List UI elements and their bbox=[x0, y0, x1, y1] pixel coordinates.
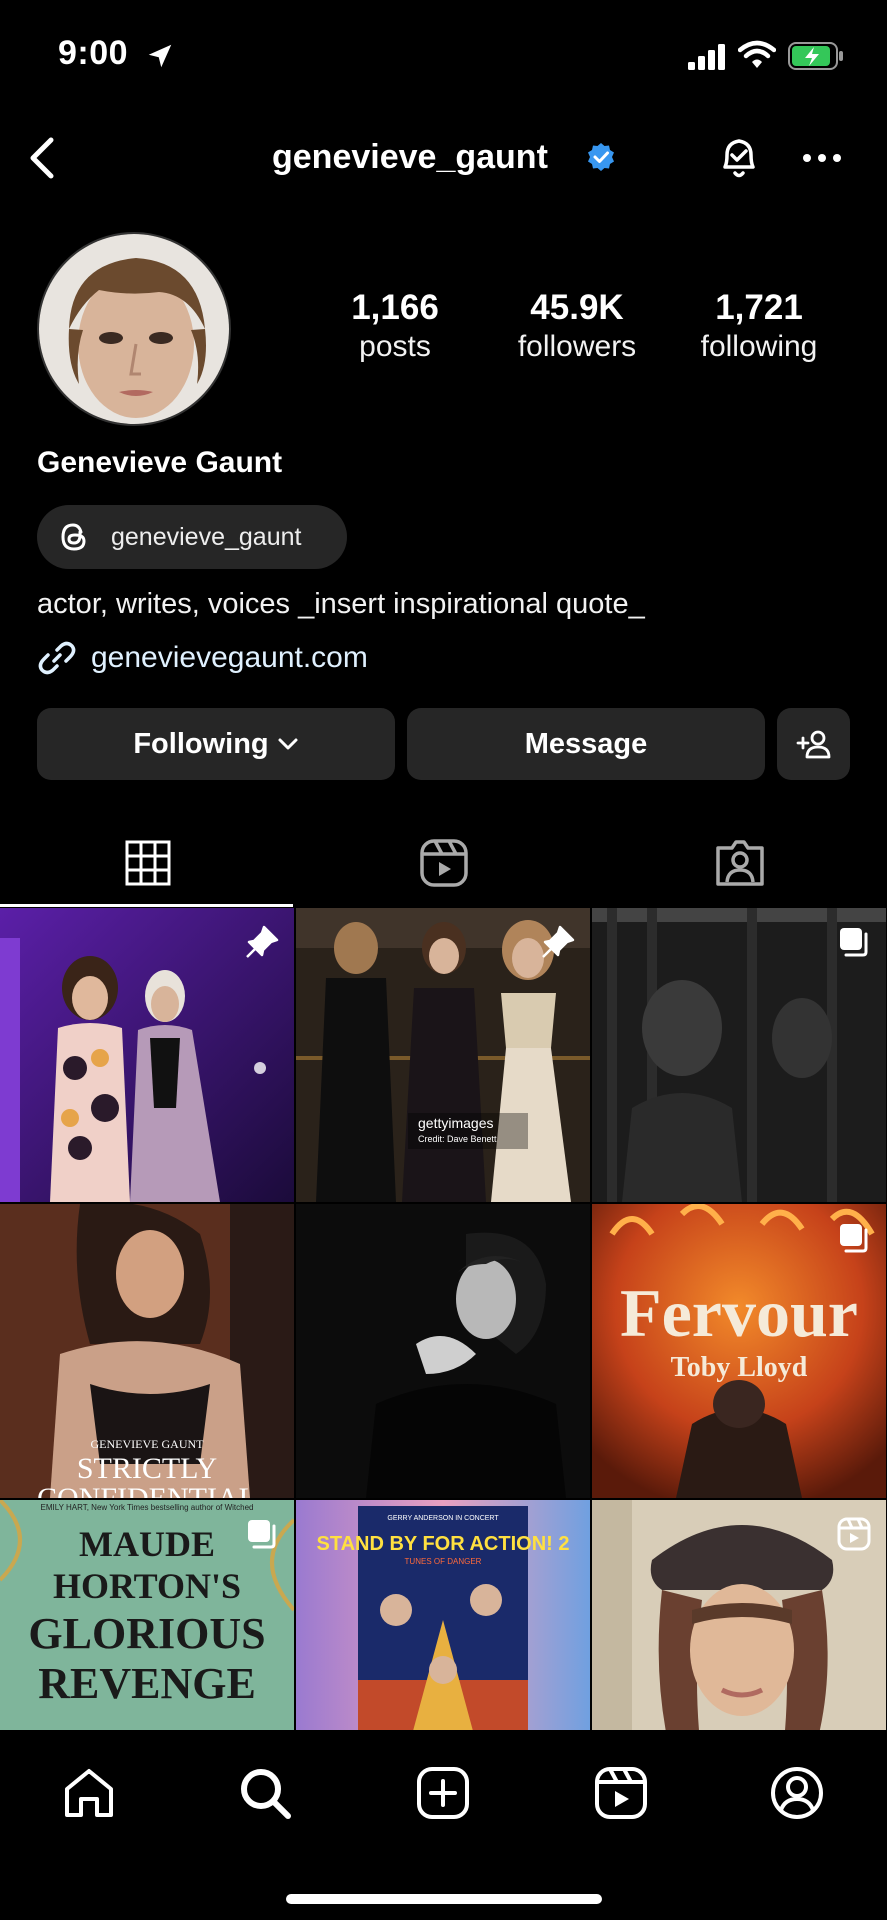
carousel-icon bbox=[248, 1520, 276, 1549]
nav-reels[interactable] bbox=[586, 1758, 656, 1828]
avatar-portrait bbox=[39, 234, 229, 424]
website-url: genevievegaunt.com bbox=[91, 641, 368, 674]
pin-icon bbox=[542, 925, 575, 958]
grid-icon bbox=[125, 840, 170, 886]
tab-posts-grid[interactable] bbox=[0, 820, 295, 906]
profile-bio: actor, writes, voices _insert inspiratio… bbox=[37, 588, 645, 620]
post-tile[interactable]: EMILY HART, New York Times bestselling a… bbox=[0, 1500, 294, 1730]
watermark-getty: gettyimages bbox=[418, 1115, 493, 1131]
post-tile[interactable] bbox=[296, 1204, 590, 1498]
notifications-button[interactable] bbox=[712, 130, 766, 186]
profile-icon bbox=[771, 1767, 823, 1819]
cover-author: Toby Lloyd bbox=[671, 1352, 808, 1383]
post-tile[interactable]: Fervour Toby Lloyd bbox=[592, 1204, 886, 1498]
profile-avatar[interactable] bbox=[37, 232, 231, 426]
add-person-icon bbox=[796, 730, 830, 759]
more-dots-icon bbox=[803, 154, 841, 162]
nav-home[interactable] bbox=[54, 1758, 124, 1828]
cover-title: Fervour bbox=[620, 1275, 858, 1351]
watermark-credit: Credit: Dave Benett bbox=[418, 1134, 497, 1144]
threads-handle: genevieve_gaunt bbox=[111, 522, 302, 551]
post-tile[interactable]: GENEVIEVE GAUNT STRICTLY CONFIDENTIAL bbox=[0, 1204, 294, 1498]
following-label: Following bbox=[133, 727, 269, 760]
tagged-person-icon bbox=[715, 840, 764, 886]
bottom-navigation bbox=[0, 1730, 887, 1920]
stat-label: posts bbox=[359, 330, 431, 363]
active-tab-indicator bbox=[0, 904, 293, 907]
message-button[interactable]: Message bbox=[407, 708, 765, 780]
message-label: Message bbox=[524, 727, 648, 760]
home-indicator bbox=[286, 1894, 602, 1904]
cover-author: GENEVIEVE GAUNT bbox=[91, 1437, 205, 1451]
profile-tabs bbox=[0, 820, 887, 907]
cover-title-line4: REVENGE bbox=[38, 1659, 256, 1708]
verified-badge-icon bbox=[588, 143, 614, 171]
carousel-icon bbox=[840, 928, 868, 957]
posts-grid: gettyimages Credit: Dave Benett GENEVIEV… bbox=[0, 908, 887, 1730]
poster-title: STAND BY FOR ACTION! 2 bbox=[317, 1533, 570, 1555]
cover-title-line3: GLORIOUS bbox=[28, 1609, 265, 1658]
status-time: 9:00 bbox=[58, 34, 129, 72]
stat-value: 1,721 bbox=[715, 288, 803, 327]
back-button[interactable] bbox=[14, 130, 70, 186]
reel-icon bbox=[837, 1517, 871, 1551]
location-arrow-icon bbox=[148, 44, 172, 68]
post-tile[interactable]: GERRY ANDERSON IN CONCERT STAND BY FOR A… bbox=[296, 1500, 590, 1730]
tab-reels[interactable] bbox=[296, 820, 591, 906]
post-tile[interactable] bbox=[0, 908, 294, 1202]
reels-icon bbox=[419, 839, 468, 887]
following-button[interactable]: Following bbox=[37, 708, 395, 780]
profile-header: genevieve_gaunt bbox=[0, 120, 887, 196]
stat-value: 1,166 bbox=[351, 288, 439, 327]
cover-tagline: EMILY HART, New York Times bestselling a… bbox=[41, 1503, 254, 1512]
carousel-icon bbox=[840, 1224, 868, 1253]
search-icon bbox=[241, 1769, 291, 1819]
post-image: GERRY ANDERSON IN CONCERT STAND BY FOR A… bbox=[296, 1500, 590, 1730]
followers-count[interactable]: 45.9K followers bbox=[492, 288, 662, 366]
suggested-users-button[interactable] bbox=[777, 708, 850, 780]
cover-title: STRICTLY bbox=[77, 1452, 217, 1485]
tab-tagged[interactable] bbox=[592, 820, 887, 906]
website-link[interactable]: genevievegaunt.com bbox=[37, 638, 368, 678]
battery-charging-icon bbox=[788, 42, 843, 70]
link-icon bbox=[38, 641, 76, 675]
threads-badge[interactable]: genevieve_gaunt bbox=[37, 505, 347, 569]
post-tile[interactable]: gettyimages Credit: Dave Benett bbox=[296, 908, 590, 1202]
post-image: GENEVIEVE GAUNT STRICTLY CONFIDENTIAL bbox=[0, 1204, 294, 1498]
cellular-signal-icon bbox=[688, 44, 725, 70]
nav-create[interactable] bbox=[408, 1758, 478, 1828]
status-bar: 9:00 bbox=[0, 0, 887, 110]
stat-label: followers bbox=[517, 330, 637, 363]
chevron-left-icon bbox=[30, 137, 54, 179]
stat-value: 45.9K bbox=[530, 288, 624, 327]
poster-subtitle: TUNES OF DANGER bbox=[405, 1557, 482, 1566]
nav-search[interactable] bbox=[230, 1758, 300, 1828]
profile-full-name: Genevieve Gaunt bbox=[37, 446, 283, 479]
create-post-icon bbox=[417, 1767, 469, 1819]
cover-subtitle: CONFIDENTIAL bbox=[37, 1482, 257, 1498]
chevron-down-icon bbox=[278, 738, 298, 750]
wifi-icon bbox=[738, 40, 776, 68]
cover-title-line1: MAUDE bbox=[79, 1524, 215, 1564]
posts-count: 1,166 posts bbox=[310, 288, 480, 366]
pin-icon bbox=[246, 925, 279, 958]
poster-header: GERRY ANDERSON IN CONCERT bbox=[387, 1515, 499, 1522]
post-tile[interactable] bbox=[592, 908, 886, 1202]
threads-icon bbox=[61, 523, 86, 551]
more-options-button[interactable] bbox=[796, 132, 848, 184]
profile-username: genevieve_gaunt bbox=[272, 138, 548, 176]
home-icon bbox=[65, 1769, 113, 1817]
post-tile[interactable] bbox=[592, 1500, 886, 1730]
post-image bbox=[296, 1204, 590, 1498]
reels-icon bbox=[595, 1767, 647, 1819]
cover-title-line2: HORTON'S bbox=[53, 1566, 241, 1606]
following-count[interactable]: 1,721 following bbox=[674, 288, 844, 366]
bell-check-icon bbox=[723, 139, 755, 178]
nav-profile[interactable] bbox=[762, 1758, 832, 1828]
stat-label: following bbox=[700, 330, 818, 363]
